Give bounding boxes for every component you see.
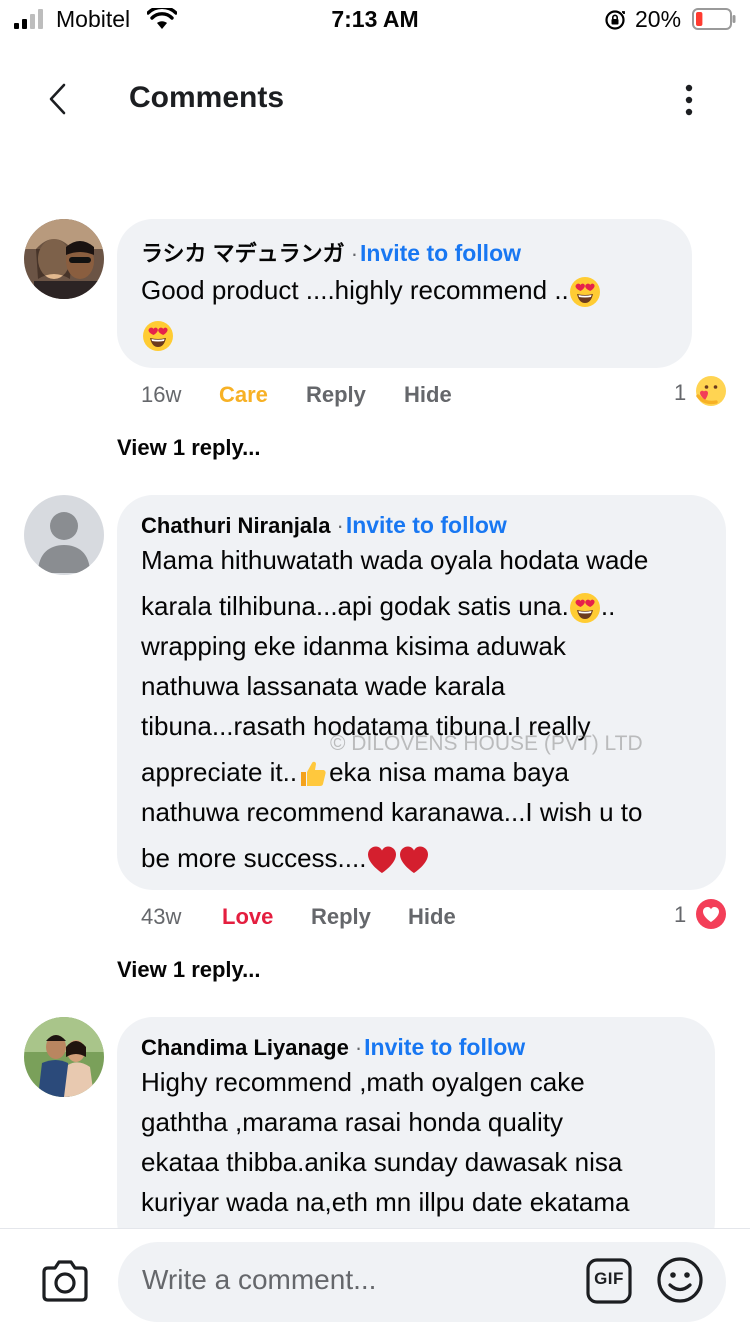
invite-to-follow-link[interactable]: Invite to follow (360, 240, 521, 266)
separator-dot: · (336, 513, 344, 538)
watermark: © DILOVENS HOUSE (PVT) LTD (330, 732, 643, 755)
comment-text-line: kuriyar wada na,eth mn illpu date ekatam… (141, 1187, 630, 1217)
comment-timestamp: 16w (141, 382, 182, 407)
comment-text-line: nathuwa lassanata wade karala (141, 671, 506, 701)
more-options-icon[interactable] (676, 84, 702, 116)
avatar[interactable] (24, 495, 104, 575)
avatar[interactable] (24, 1017, 104, 1097)
comment-text-line: nathuwa recommend karanawa...I wish u to (141, 797, 643, 827)
separator-dot: · (354, 1035, 363, 1060)
page-title: Comments (129, 81, 285, 114)
view-replies-link[interactable]: View 1 reply... (117, 957, 260, 983)
comment-timestamp: 43w (141, 904, 182, 929)
reply-button[interactable]: Reply (306, 382, 366, 408)
comment-text-line: appreciate it.. eka nisa mama baya (141, 752, 569, 792)
reaction-button[interactable]: Care (219, 382, 268, 408)
comment-text-fragment: appreciate it.. (141, 757, 298, 787)
invite-to-follow-link[interactable]: Invite to follow (364, 1034, 525, 1060)
comment-author[interactable]: Chandima Liyanage (141, 1035, 349, 1060)
comment-header: ラシカ マデュランガ ·Invite to follow (141, 236, 521, 268)
comment-text-line: wrapping eke idanma kisima aduwak (141, 631, 566, 661)
heart-eyes-emoji (142, 320, 174, 352)
red-heart-emoji (398, 844, 430, 876)
red-heart-emoji (366, 844, 398, 876)
reply-button[interactable]: Reply (311, 904, 371, 930)
status-bar: Mobitel 7:13 AM 20% (0, 0, 750, 40)
comment-text-fragment: be more success.... (141, 843, 367, 873)
gif-label: GIF (594, 1269, 624, 1288)
comment-author[interactable]: ラシカ マデュランガ (141, 241, 345, 266)
separator-dot: · (350, 241, 359, 266)
love-reaction-icon[interactable] (694, 897, 728, 931)
comment-text-fragment: karala tilhibuna...api godak satis una. (141, 591, 569, 621)
comment-header: Chandima Liyanage ·Invite to follow (141, 1034, 525, 1061)
heart-eyes-emoji (569, 592, 601, 624)
battery-percent: 20% (635, 6, 682, 32)
reaction-count: 1 (674, 380, 687, 405)
battery-icon (692, 8, 736, 30)
avatar[interactable] (24, 219, 104, 299)
comment-text: Good product ....highly recommend .. (141, 270, 681, 310)
hide-button[interactable]: Hide (404, 382, 452, 408)
emoji-icon[interactable] (656, 1256, 704, 1304)
care-reaction-icon[interactable] (694, 374, 728, 408)
comment-text-line: Mama hithuwatath wada oyala hodata wade (141, 545, 649, 575)
comment-text-line: be more success.... (141, 838, 430, 878)
comment-text-line: Highy recommend ,math oyalgen cake (141, 1067, 585, 1097)
comment-text-body: Good product ....highly recommend .. (141, 275, 569, 305)
camera-icon[interactable] (40, 1258, 90, 1304)
comment-text-line: ekataa thibba.anika sunday dawasak nisa (141, 1147, 623, 1177)
view-replies-link[interactable]: View 1 reply... (117, 435, 260, 461)
thumbs-up-emoji (297, 758, 329, 790)
invite-to-follow-link[interactable]: Invite to follow (346, 512, 507, 538)
heart-eyes-emoji (569, 276, 601, 308)
comment-text-fragment: eka nisa mama baya (329, 757, 569, 787)
reaction-count: 1 (674, 902, 687, 927)
reaction-button[interactable]: Love (222, 904, 273, 930)
back-chevron-icon[interactable] (44, 82, 74, 116)
comment-text-line: karala tilhibuna...api godak satis una..… (141, 586, 615, 626)
hide-button[interactable]: Hide (408, 904, 456, 930)
gif-icon[interactable]: GIF (586, 1258, 632, 1304)
comment-input-placeholder[interactable]: Write a comment... (142, 1264, 376, 1296)
comment-author[interactable]: Chathuri Niranjala (141, 513, 330, 538)
orientation-lock-icon (605, 10, 625, 30)
comment-text-fragment: .. (600, 591, 616, 621)
comment-header: Chathuri Niranjala ·Invite to follow (141, 512, 507, 539)
comment-text-line: gaththa ,marama rasai honda quality (141, 1107, 564, 1137)
